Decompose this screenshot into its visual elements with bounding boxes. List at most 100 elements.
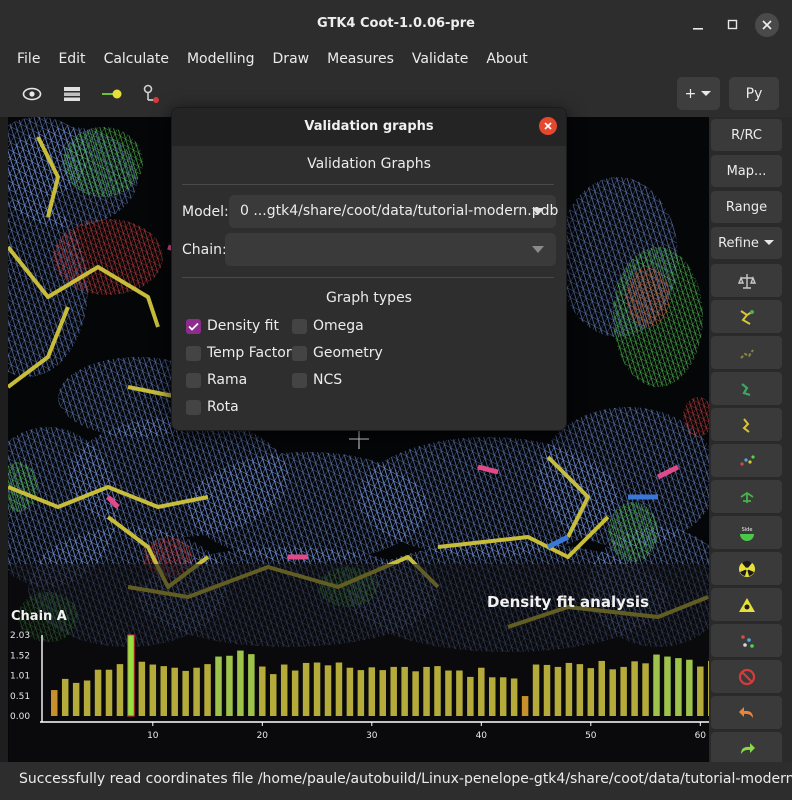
checkbox-density-fit[interactable]: Density fit	[186, 318, 279, 334]
menu-measures[interactable]: Measures	[318, 51, 403, 67]
menu-calculate[interactable]: Calculate	[95, 51, 178, 67]
density-bar	[127, 634, 135, 717]
hazard-icon[interactable]	[711, 588, 782, 621]
density-bar	[499, 677, 507, 716]
eye-icon[interactable]	[18, 81, 46, 107]
density-bar	[554, 666, 562, 716]
density-bar	[116, 664, 124, 716]
title-bar: GTK4 Coot-1.0.06-pre	[0, 0, 792, 46]
checkbox-label: Temp Factor	[207, 345, 292, 361]
density-bar	[302, 662, 310, 716]
pepflip-icon[interactable]	[711, 480, 782, 513]
difference-map-negative	[626, 267, 670, 327]
menu-about[interactable]: About	[477, 51, 536, 67]
menu-validate[interactable]: Validate	[403, 51, 477, 67]
y-tick-label: 1.01	[10, 672, 30, 682]
checkbox-rota[interactable]: Rota	[186, 399, 239, 415]
refine-menu-button[interactable]: Refine	[711, 227, 782, 259]
rrc-button[interactable]: R/RC	[711, 119, 782, 151]
density-bar	[368, 667, 376, 716]
undo-icon[interactable]	[711, 696, 782, 729]
checkbox-geometry[interactable]: Geometry	[292, 345, 383, 361]
density-bar	[445, 670, 452, 716]
menu-edit[interactable]: Edit	[49, 51, 94, 67]
x-tick-label: 60	[695, 731, 707, 741]
dialog-heading: Validation Graphs	[307, 156, 431, 172]
divider	[182, 277, 554, 278]
density-bar	[51, 690, 58, 716]
chevron-down-icon	[532, 246, 544, 253]
menu-modelling[interactable]: Modelling	[178, 51, 264, 67]
menu-file[interactable]: File	[8, 51, 49, 67]
map-button[interactable]: Map...	[711, 155, 782, 187]
minimize-icon[interactable]	[686, 13, 710, 37]
density-bar	[83, 680, 91, 716]
python-button[interactable]: Py	[729, 77, 779, 110]
radiation-icon[interactable]	[711, 552, 782, 585]
checkbox-temp-factor[interactable]: Temp Factor	[186, 345, 292, 361]
menu-draw[interactable]: Draw	[264, 51, 319, 67]
model-label: Model:	[182, 204, 229, 220]
checkbox-ncs[interactable]: NCS	[292, 372, 342, 388]
display-manager-icon[interactable]	[58, 81, 86, 107]
status-bar: Successfully read coordinates file /home…	[0, 762, 792, 800]
checkbox-label: Rota	[207, 399, 239, 415]
x-tick-label: 10	[147, 731, 159, 741]
density-bar	[138, 661, 146, 716]
density-bar	[708, 660, 709, 716]
close-icon[interactable]	[755, 13, 779, 37]
checkbox-rama[interactable]: Rama	[186, 372, 247, 388]
dialog-title: Validation graphs	[304, 119, 434, 134]
y-tick-label: 0.00	[10, 712, 30, 722]
density-bar	[412, 671, 419, 716]
y-tick-label: 1.52	[10, 651, 30, 661]
chain-icon[interactable]	[711, 336, 782, 369]
density-bar	[510, 678, 518, 716]
checkbox-box	[292, 345, 307, 361]
sidechain-icon[interactable]	[711, 408, 782, 441]
density-bar	[631, 661, 638, 716]
y-tick-label: 2.03	[10, 631, 30, 641]
divider	[182, 184, 554, 185]
window-title: GTK4 Coot-1.0.06-pre	[317, 16, 475, 31]
chevron-down-icon	[763, 240, 774, 245]
checkbox-omega[interactable]: Omega	[292, 318, 364, 334]
balance-icon[interactable]	[711, 264, 782, 297]
dots-icon[interactable]	[711, 444, 782, 477]
dialog-close-icon[interactable]	[539, 117, 557, 135]
add-atom-icon[interactable]	[98, 81, 126, 107]
chain-combobox[interactable]	[225, 233, 556, 266]
model-value: 0 ...gtk4/share/coot/data/tutorial-moder…	[240, 203, 559, 219]
range-button[interactable]: Range	[711, 191, 782, 223]
x-tick-label: 30	[366, 731, 378, 741]
density-bar	[94, 669, 102, 716]
maximize-icon[interactable]	[721, 13, 745, 37]
difference-map-positive	[63, 127, 143, 197]
density-bar	[467, 676, 474, 716]
no-entry-icon[interactable]	[711, 660, 782, 693]
density-fit-graph: Density fit analysis Chain A 2.03 1.52 1.0…	[9, 564, 709, 762]
side-icon[interactable]: Side	[711, 516, 782, 549]
checkbox-label: Omega	[313, 318, 364, 334]
density-bar	[609, 669, 616, 716]
density-bar	[160, 666, 167, 716]
density-bar	[478, 667, 485, 716]
density-bar	[565, 662, 573, 716]
model-combobox[interactable]: 0 ...gtk4/share/coot/data/tutorial-moder…	[229, 195, 559, 228]
add-menu-button[interactable]: +	[677, 77, 720, 110]
density-bar	[434, 666, 441, 716]
redo-icon[interactable]	[711, 732, 782, 765]
checkbox-checked-icon	[186, 318, 201, 334]
density-bar	[313, 662, 321, 716]
density-bar	[335, 662, 343, 716]
flip-peptide-icon[interactable]	[711, 300, 782, 333]
density-fit-chart: 2.03 1.52 1.01 0.51 0.00 10 20 30 40 50 60	[10, 631, 709, 741]
checkbox-box	[292, 318, 307, 334]
checkbox-box	[186, 399, 201, 415]
density-bar	[653, 654, 660, 716]
density-bar	[204, 664, 211, 716]
density-bar	[105, 669, 113, 716]
measure-atom-icon[interactable]	[137, 81, 165, 107]
rotamer-icon[interactable]	[711, 372, 782, 405]
molecule-icon[interactable]	[711, 624, 782, 657]
